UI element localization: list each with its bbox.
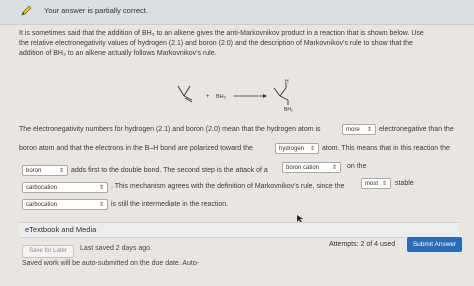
select-value: boron [26, 168, 42, 174]
intermediate-select[interactable]: carbocation ⇕ [22, 199, 108, 210]
select-value: carbocation [26, 202, 58, 208]
attacking-species-select[interactable]: boron cation ⇕ [282, 162, 341, 173]
question-text: atom. This means that in this reaction t… [322, 145, 450, 152]
product-h-label: H [285, 79, 289, 85]
question-text: electronegative than the [379, 126, 454, 133]
intro-line: the relative electronegativity values of… [19, 40, 413, 47]
select-value: boron cation [286, 165, 320, 171]
arrow-head [263, 94, 267, 98]
question-text: The electronegativity numbers for hydrog… [19, 126, 321, 133]
save-for-later-button[interactable]: Save for Later [22, 245, 74, 258]
etextbook-label: eTextbook and Media [25, 225, 97, 234]
banner-message: Your answer is partially correct. [44, 6, 148, 15]
attempts-counter: Attempts: 2 of 4 used [329, 241, 396, 248]
pencil-icon [21, 5, 32, 16]
updown-caret-icon: ⇕ [366, 127, 372, 133]
submit-answer-button[interactable]: Submit Answer [407, 237, 462, 252]
etextbook-panel[interactable]: eTextbook and Media [19, 222, 459, 238]
updown-caret-icon: ⇕ [58, 168, 64, 174]
question-text: stable [395, 180, 414, 187]
updown-caret-icon: ⇕ [98, 185, 104, 191]
select-value: most [365, 181, 379, 187]
select-value: hydrogen [279, 146, 305, 152]
first-adding-select[interactable]: boron ⇕ [22, 165, 68, 176]
attacked-species-select[interactable]: carbocation ⇕ [22, 182, 108, 193]
product-bh2-label: BH₂ [284, 107, 293, 113]
feedback-banner: Your answer is partially correct. [0, 0, 474, 25]
select-value: carbocation [26, 185, 58, 191]
electronegativity-select[interactable]: more ⇕ [342, 124, 376, 135]
product-structure [273, 83, 289, 105]
updown-caret-icon: ⇕ [98, 202, 104, 208]
question-text: . This mechanism agrees with the definit… [111, 183, 345, 190]
last-saved-text: Last saved 2 days ago. [80, 245, 152, 252]
reaction-scheme: + BH₃ H BH₂ [177, 79, 293, 113]
select-value: more [346, 127, 360, 133]
intro-line: It is sometimes said that the addition o… [19, 30, 424, 37]
updown-caret-icon: ⇕ [381, 181, 387, 187]
question-text: adds first to the double bond. The secon… [71, 167, 268, 174]
intro-line: addition of BH₃ to an alkene actually fo… [19, 50, 217, 57]
question-text: on the [347, 163, 367, 170]
alkene-structure [177, 85, 193, 103]
polarization-select[interactable]: hydrogen ⇕ [275, 143, 319, 154]
stability-select[interactable]: most ⇕ [361, 178, 391, 189]
question-intro: It is sometimes said that the addition o… [19, 29, 459, 59]
reagent-label: BH₃ [216, 94, 226, 100]
question-text: is still the intermediate in the reactio… [111, 201, 229, 208]
question-text: boron atom and that the electrons in the… [19, 145, 253, 152]
plus-sign: + [206, 94, 210, 100]
autosave-notice: Saved work will be auto-submitted on the… [22, 260, 200, 267]
updown-caret-icon: ⇕ [309, 146, 315, 152]
updown-caret-icon: ⇕ [331, 165, 337, 171]
